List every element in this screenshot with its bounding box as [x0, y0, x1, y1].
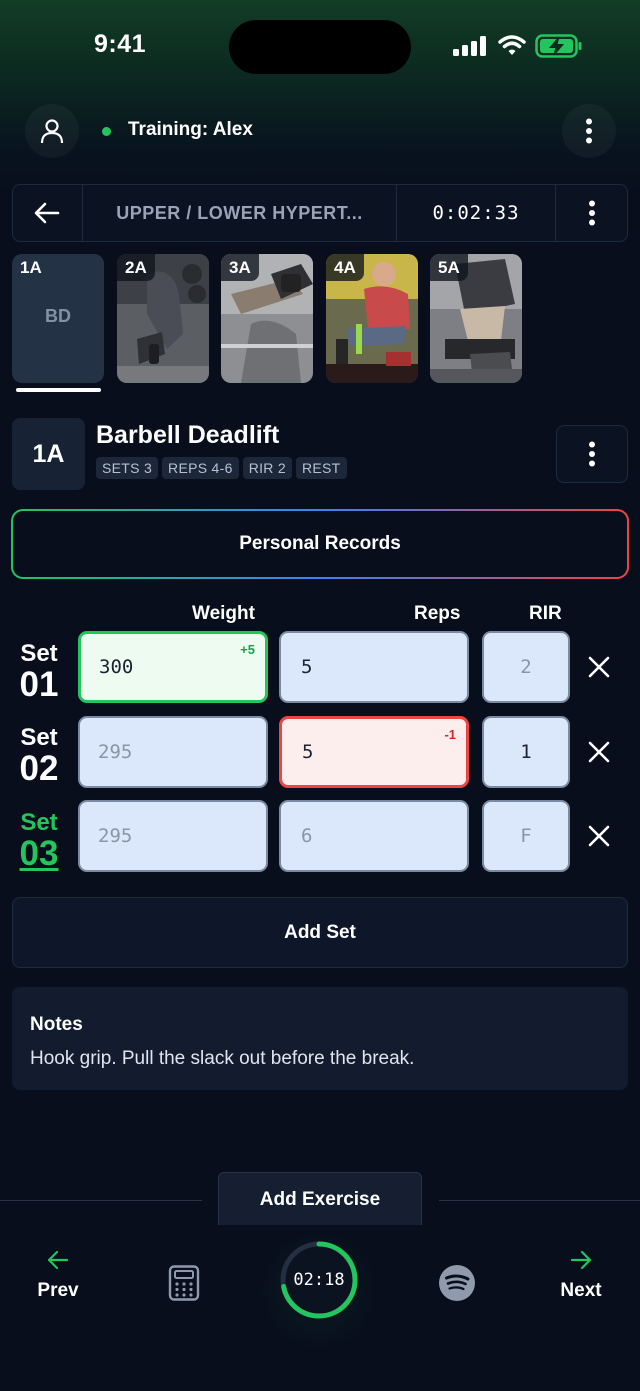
- reps-input[interactable]: 5 -1: [279, 716, 469, 788]
- active-thumbnail-indicator: [16, 388, 101, 392]
- profile-button[interactable]: [25, 104, 79, 158]
- set-number: 03: [19, 834, 59, 873]
- weight-input[interactable]: 300 +5: [78, 631, 268, 703]
- close-icon: [588, 741, 610, 763]
- close-icon: [588, 825, 610, 847]
- column-rir: RIR: [529, 603, 562, 624]
- set-number: 02: [19, 749, 59, 788]
- set-word: Set: [20, 809, 58, 836]
- column-weight: Weight: [192, 603, 255, 624]
- personal-records-button[interactable]: Personal Records: [11, 509, 629, 579]
- next-button[interactable]: Next: [541, 1250, 621, 1302]
- status-time: 9:41: [94, 30, 147, 58]
- notes-title: Notes: [30, 1014, 83, 1035]
- set-word: Set: [20, 724, 58, 751]
- thumbnail-label: 2A: [117, 254, 155, 281]
- header-title: Training: Alex: [128, 119, 253, 140]
- weight-input[interactable]: 295: [78, 716, 268, 788]
- workout-more-button[interactable]: [556, 184, 628, 242]
- exercise-tags: SETS 3 REPS 4-6 RIR 2 REST: [96, 457, 347, 479]
- thumbnail-label: 4A: [326, 254, 364, 281]
- rir-value: 1: [520, 741, 532, 763]
- reps-delta: -1: [444, 727, 456, 742]
- exercise-thumbnail-3a[interactable]: 3A: [221, 254, 313, 383]
- set-word: Set: [20, 640, 58, 667]
- reps-value: 5: [301, 656, 313, 678]
- header-more-button[interactable]: [562, 104, 616, 158]
- add-exercise-button[interactable]: Add Exercise: [218, 1172, 422, 1226]
- prev-button[interactable]: Prev: [18, 1250, 98, 1302]
- wifi-icon: [498, 35, 526, 55]
- dynamic-island: [229, 20, 411, 74]
- exercise-thumbnail-2a[interactable]: 2A: [117, 254, 209, 383]
- prev-label: Prev: [37, 1280, 79, 1301]
- online-status-dot: [102, 127, 111, 136]
- set-label-03: Set 03: [14, 809, 64, 873]
- rir-value: 2: [520, 656, 532, 678]
- close-icon: [588, 656, 610, 678]
- reps-value: 6: [301, 825, 313, 847]
- rest-timer-value: 02:18: [293, 1270, 345, 1290]
- exercise-name: Barbell Deadlift: [96, 421, 280, 449]
- rir-input[interactable]: 2: [482, 631, 570, 703]
- exercise-more-button[interactable]: [556, 425, 628, 483]
- exercise-thumbnail-4a[interactable]: 4A: [326, 254, 418, 383]
- divider: [0, 1200, 202, 1201]
- more-vertical-icon: [589, 441, 595, 467]
- tag-reps: REPS 4-6: [162, 457, 239, 479]
- exercise-thumbnail-5a[interactable]: 5A: [430, 254, 522, 383]
- thumbnail-label: 5A: [430, 254, 468, 281]
- weight-delta: +5: [240, 642, 255, 657]
- personal-records-label: Personal Records: [13, 511, 627, 577]
- exercise-badge: 1A: [12, 418, 85, 490]
- arrow-left-icon: [47, 1250, 69, 1270]
- workout-timer: 0:02:33: [432, 202, 520, 224]
- rir-value: F: [520, 825, 532, 847]
- user-icon: [40, 119, 64, 144]
- tag-sets: SETS 3: [96, 457, 159, 479]
- thumbnail-label: 3A: [221, 254, 259, 281]
- arrow-left-icon: [34, 202, 60, 224]
- thumbnail-initials: BD: [45, 306, 71, 326]
- rir-input[interactable]: F: [482, 800, 570, 872]
- notes-body: Hook grip. Pull the slack out before the…: [30, 1048, 415, 1069]
- reps-input[interactable]: 5: [279, 631, 469, 703]
- reps-value: 5: [302, 741, 314, 763]
- tag-rir: RIR 2: [242, 457, 292, 479]
- workout-title[interactable]: UPPER / LOWER HYPERT...: [83, 184, 396, 242]
- more-vertical-icon: [589, 200, 595, 226]
- column-reps: Reps: [414, 603, 461, 624]
- exercise-thumbnail-1a[interactable]: 1A BD: [12, 254, 104, 383]
- set-label-02: Set 02: [14, 724, 64, 788]
- delete-set-button[interactable]: [580, 733, 618, 771]
- divider: [439, 1200, 640, 1201]
- set-label-01: Set 01: [14, 640, 64, 704]
- signal-icon: [453, 36, 486, 56]
- more-vertical-icon: [586, 118, 592, 144]
- spotify-icon[interactable]: [438, 1264, 476, 1302]
- weight-value: 295: [98, 741, 133, 763]
- calculator-icon[interactable]: [168, 1265, 200, 1301]
- delete-set-button[interactable]: [580, 648, 618, 686]
- notes-card[interactable]: Notes Hook grip. Pull the slack out befo…: [12, 987, 628, 1090]
- reps-input[interactable]: 6: [279, 800, 469, 872]
- weight-input[interactable]: 295: [78, 800, 268, 872]
- add-set-button[interactable]: Add Set: [12, 897, 628, 968]
- rir-input[interactable]: 1: [482, 716, 570, 788]
- arrow-right-icon: [570, 1250, 592, 1270]
- delete-set-button[interactable]: [580, 817, 618, 855]
- next-label: Next: [560, 1280, 602, 1301]
- back-button[interactable]: [12, 184, 82, 242]
- weight-value: 295: [98, 825, 133, 847]
- battery-charging-icon: [535, 34, 582, 58]
- weight-value: 300: [99, 656, 134, 678]
- tag-rest[interactable]: REST: [296, 457, 347, 479]
- thumbnail-label: 1A: [20, 258, 42, 277]
- set-number: 01: [19, 665, 59, 704]
- rest-timer[interactable]: 02:18: [255, 1226, 383, 1354]
